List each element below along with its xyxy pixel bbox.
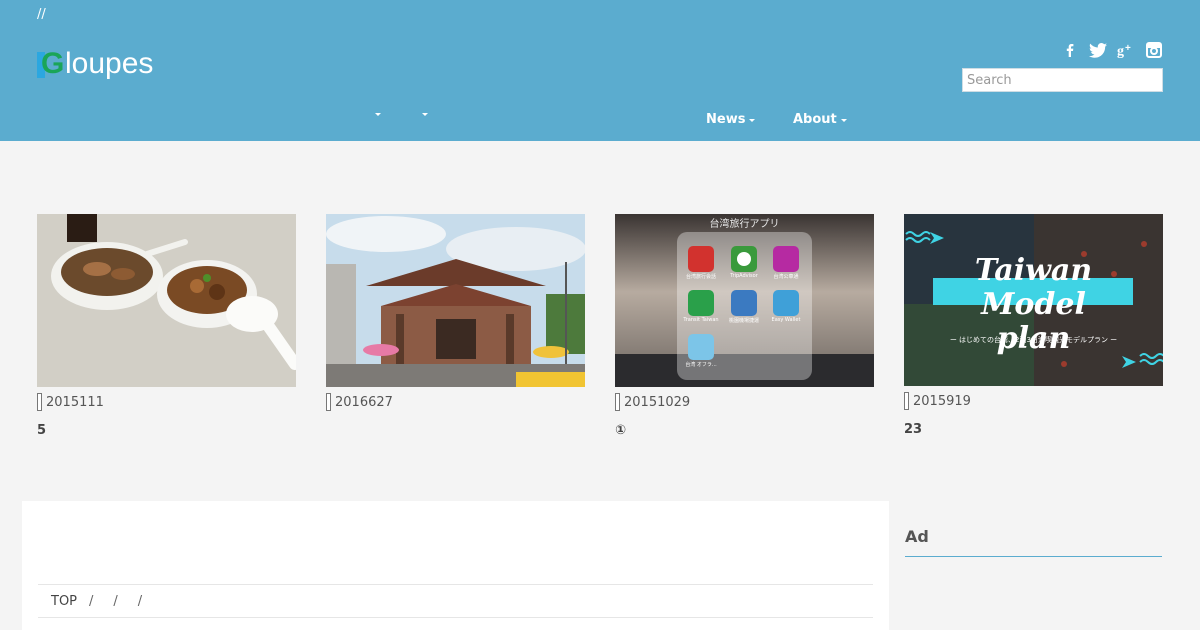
breadcrumb: TOP / / / <box>38 584 873 618</box>
article-title[interactable]: ① <box>615 423 874 438</box>
site-logo[interactable]: G loupes <box>37 47 153 81</box>
calendar-icon <box>615 393 620 411</box>
caret-down-icon <box>422 113 428 116</box>
calendar-icon <box>37 393 42 411</box>
article-title[interactable]: 5 <box>37 423 296 438</box>
top-bar-text: // <box>37 7 46 22</box>
article-thumbnail-model-plan[interactable]: Taiwan Model plan ー はじめての台湾、2泊3日満喫観光モデルプ… <box>904 214 1163 386</box>
article-title[interactable]: 23 <box>904 422 1163 437</box>
svg-text:+: + <box>1125 43 1131 54</box>
site-header: // G loupes g+ News About <box>0 0 1200 141</box>
logo-mark: G <box>37 47 67 80</box>
caret-down-icon <box>749 118 756 122</box>
breadcrumb-top-link[interactable]: TOP <box>51 594 77 609</box>
breadcrumb-separator: / <box>113 593 118 609</box>
google-plus-icon[interactable]: g + <box>1116 42 1136 58</box>
main-content-panel: TOP / / / <box>22 501 889 630</box>
facebook-icon[interactable] <box>1060 42 1080 58</box>
article-card[interactable]: Taiwan Model plan ー はじめての台湾、2泊3日満喫観光モデルプ… <box>904 214 1163 437</box>
nav-item-1[interactable] <box>371 112 381 116</box>
article-thumbnail-food[interactable] <box>37 214 296 387</box>
apps-image-caption: 台湾旅行アプリ <box>709 219 780 230</box>
article-date: 20151029 <box>615 393 874 411</box>
calendar-icon <box>904 392 909 410</box>
twitter-icon[interactable] <box>1088 42 1108 58</box>
calendar-icon <box>326 393 331 411</box>
model-plan-subtitle: ー はじめての台湾、2泊3日満喫観光モデルプラン ー <box>949 336 1118 344</box>
search-input[interactable] <box>962 68 1163 92</box>
article-card[interactable]: 2015111 5 <box>37 214 296 438</box>
social-links: g + <box>1060 42 1164 58</box>
app-label: 台湾 オフラ... <box>685 362 717 368</box>
breadcrumb-separator: / <box>89 593 94 609</box>
article-date: 2016627 <box>326 393 585 411</box>
article-thumbnail-temple[interactable] <box>326 214 585 387</box>
svg-text:g: g <box>1117 44 1124 58</box>
caret-down-icon <box>840 118 847 122</box>
sidebar-ad-heading: Ad <box>905 527 929 546</box>
caret-down-icon <box>375 113 381 116</box>
sidebar-divider <box>905 556 1162 557</box>
nav-item-news[interactable]: News <box>706 112 756 127</box>
article-thumbnail-apps[interactable]: 台湾旅行アプリ 台湾旅行会話 TripAdvisor 台湾公車通 Transit… <box>615 214 874 387</box>
article-card[interactable]: 2016627 <box>326 214 585 423</box>
instagram-icon[interactable] <box>1144 42 1164 58</box>
nav-item-2[interactable] <box>418 112 428 116</box>
article-card[interactable]: 台湾旅行アプリ 台湾旅行会話 TripAdvisor 台湾公車通 Transit… <box>615 214 874 438</box>
article-date: 2015111 <box>37 393 296 411</box>
app-label: 台湾公車通 <box>773 274 799 280</box>
logo-text: loupes <box>65 47 154 80</box>
nav-item-about[interactable]: About <box>793 112 847 127</box>
breadcrumb-separator: / <box>137 593 143 609</box>
app-label: Easy Wallet <box>771 317 801 323</box>
article-date: 2015919 <box>904 392 1163 410</box>
